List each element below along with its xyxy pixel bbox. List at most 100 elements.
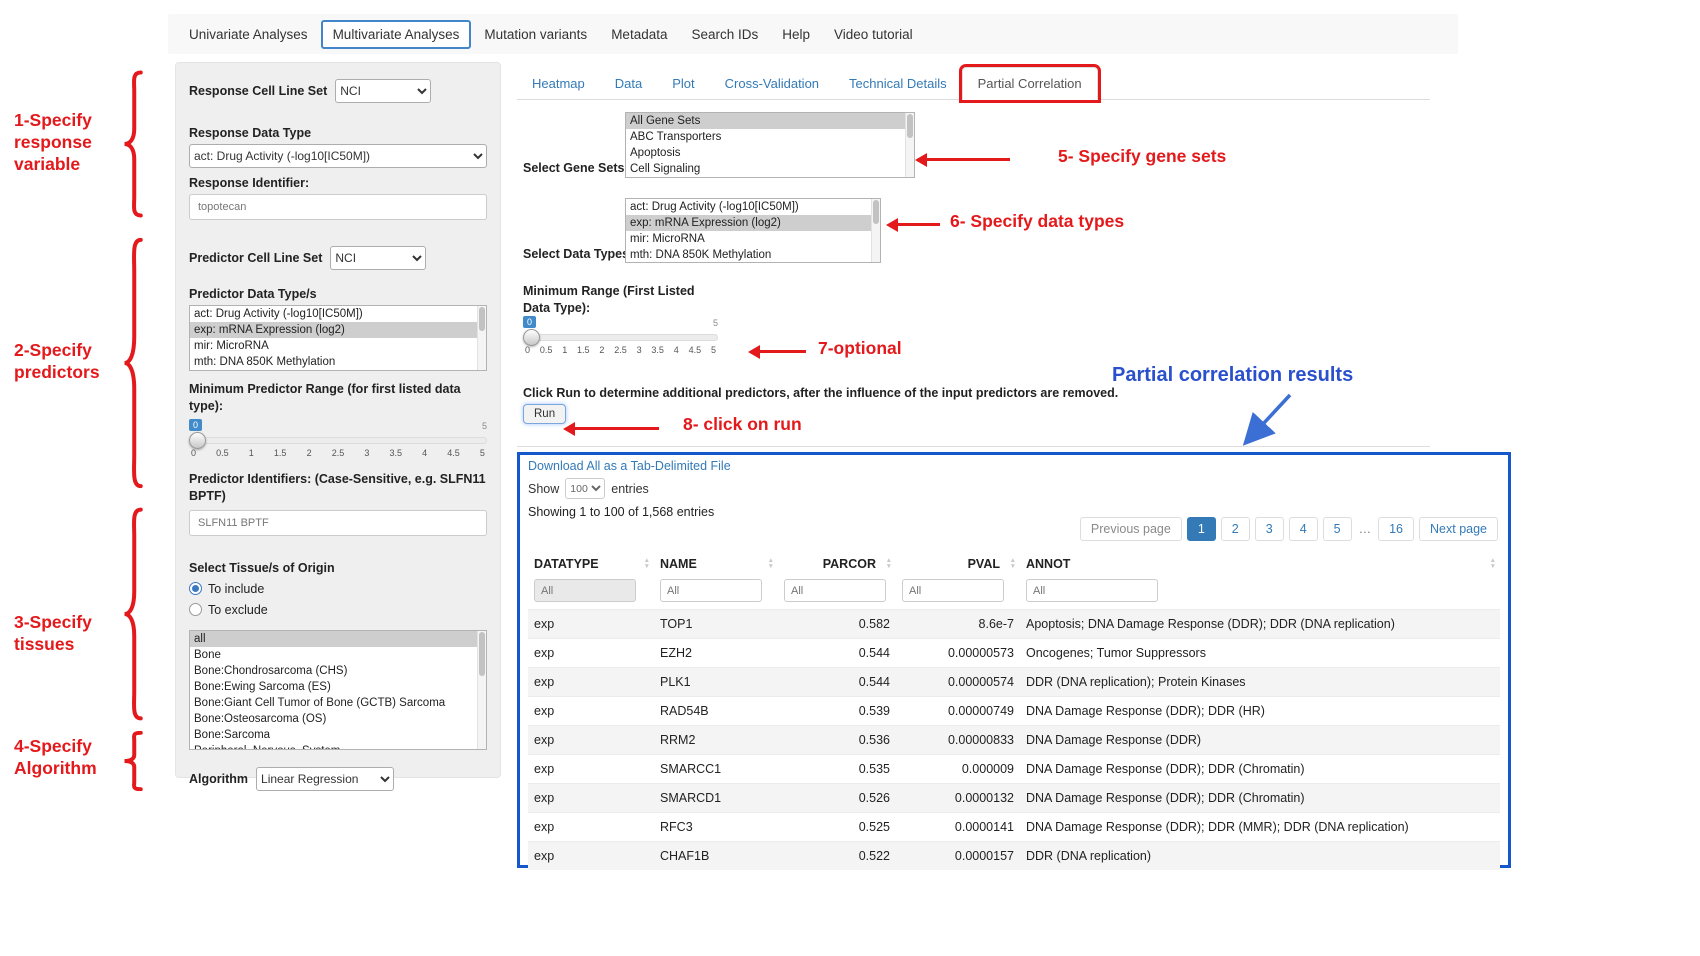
scrollbar[interactable] <box>477 306 486 370</box>
column-header-annot[interactable]: ANNOT▲▼ <box>1020 551 1500 577</box>
nav-item-search-ids[interactable]: Search IDs <box>680 21 769 48</box>
scrollbar[interactable] <box>477 631 486 749</box>
nav-item-univariate-analyses[interactable]: Univariate Analyses <box>178 21 319 48</box>
list-item-selected[interactable]: exp: mRNA Expression (log2) <box>626 215 880 231</box>
tab-data[interactable]: Data <box>600 68 657 99</box>
table-row: exp SMARCD1 0.526 0.0000132 DNA Damage R… <box>528 784 1500 813</box>
next-page-button[interactable]: Next page <box>1419 517 1498 541</box>
nav-item-help[interactable]: Help <box>771 21 821 48</box>
cell-datatype: exp <box>528 842 654 871</box>
nav-item-mutation-variants[interactable]: Mutation variants <box>473 21 598 48</box>
brace-step4 <box>118 731 144 791</box>
annotation-step2: 2-Specify predictors <box>14 340 114 384</box>
tab-heatmap[interactable]: Heatmap <box>517 68 600 99</box>
cell-name: CHAF1B <box>654 842 778 871</box>
slider-handle[interactable] <box>189 432 206 449</box>
page-button-5[interactable]: 5 <box>1323 517 1352 541</box>
list-item[interactable]: Bone:Giant Cell Tumor of Bone (GCTB) Sar… <box>190 695 486 711</box>
nav-item-video-tutorial[interactable]: Video tutorial <box>823 21 924 48</box>
cell-annot: DNA Damage Response (DDR); DDR (Chromati… <box>1020 784 1500 813</box>
nav-item-multivariate-analyses[interactable]: Multivariate Analyses <box>321 20 472 49</box>
previous-page-button[interactable]: Previous page <box>1080 517 1182 541</box>
filter-datatype-input[interactable] <box>534 579 636 602</box>
slider-handle[interactable] <box>523 329 540 346</box>
column-header-parcor[interactable]: PARCOR▲▼ <box>778 551 896 577</box>
list-item[interactable]: Cell Signaling <box>626 161 914 177</box>
cell-annot: DDR (DNA replication); Protein Kinases <box>1020 668 1500 697</box>
response-identifier-label: Response Identifier: <box>189 176 487 190</box>
page-length-select[interactable]: 100 <box>565 478 605 499</box>
gene-sets-label: Select Gene Sets <box>523 161 624 175</box>
list-item[interactable]: mth: DNA 850K Methylation <box>190 354 486 370</box>
control-panel: Response Cell Line Set NCI Response Data… <box>175 62 501 778</box>
tab-partial-correlation[interactable]: Partial Correlation <box>962 67 1098 100</box>
response-identifier-input[interactable] <box>189 194 487 220</box>
table-row: exp RRM2 0.536 0.00000833 DNA Damage Res… <box>528 726 1500 755</box>
slider-value-badge: 0 <box>189 419 202 431</box>
list-item[interactable]: Bone:Chondrosarcoma (CHS) <box>190 663 486 679</box>
page-button-3[interactable]: 3 <box>1255 517 1284 541</box>
tab-cross-validation[interactable]: Cross-Validation <box>710 68 834 99</box>
list-item[interactable]: Peripheral_Nervous_System <box>190 743 486 750</box>
cell-name: TOP1 <box>654 610 778 639</box>
table-row: exp RFC3 0.525 0.0000141 DNA Damage Resp… <box>528 813 1500 842</box>
results-arrow <box>1232 390 1304 452</box>
cell-annot: Oncogenes; Tumor Suppressors <box>1020 639 1500 668</box>
list-item[interactable]: mir: MicroRNA <box>626 231 880 247</box>
slider-ticks: 00.511.522.533.544.55 <box>525 345 716 355</box>
cell-annot: DNA Damage Response (DDR) <box>1020 726 1500 755</box>
list-item[interactable]: Bone:Osteosarcoma (OS) <box>190 711 486 727</box>
annotation-step4: 4-Specify Algorithm <box>14 736 114 780</box>
to-include-radio[interactable] <box>189 582 202 595</box>
run-instruction: Click Run to determine additional predic… <box>523 386 1118 400</box>
data-types-listbox: act: Drug Activity (-log10[IC50M]) exp: … <box>625 198 881 263</box>
scrollbar[interactable] <box>871 199 880 262</box>
page-button-2[interactable]: 2 <box>1221 517 1250 541</box>
to-exclude-radio[interactable] <box>189 603 202 616</box>
column-header-name[interactable]: NAME▲▼ <box>654 551 778 577</box>
page-button-1[interactable]: 1 <box>1187 517 1216 541</box>
tab-plot[interactable]: Plot <box>657 68 709 99</box>
cell-datatype: exp <box>528 784 654 813</box>
list-item-selected[interactable]: All Gene Sets <box>626 113 914 129</box>
list-item[interactable]: Bone:Sarcoma <box>190 727 486 743</box>
cell-pval: 0.00000573 <box>896 639 1020 668</box>
response-data-type-select[interactable]: act: Drug Activity (-log10[IC50M]) <box>189 144 487 168</box>
cell-pval: 0.000009 <box>896 755 1020 784</box>
filter-pval-input[interactable] <box>902 579 1004 602</box>
predictor-cell-line-set-select[interactable]: NCI <box>330 246 426 270</box>
list-item[interactable]: mth: DNA 850K Methylation <box>626 247 880 263</box>
slider-track[interactable] <box>189 437 487 444</box>
list-item[interactable]: Bone:Ewing Sarcoma (ES) <box>190 679 486 695</box>
app-page: Univariate Analyses Multivariate Analyse… <box>0 0 1700 956</box>
list-item[interactable]: Apoptosis <box>626 145 914 161</box>
predictor-data-types-label: Predictor Data Type/s <box>189 287 487 301</box>
column-header-pval[interactable]: PVAL▲▼ <box>896 551 1020 577</box>
nav-item-metadata[interactable]: Metadata <box>600 21 678 48</box>
scrollbar[interactable] <box>905 113 914 177</box>
list-item[interactable]: ABC Transporters <box>626 129 914 145</box>
page-button-4[interactable]: 4 <box>1289 517 1318 541</box>
response-cell-line-set-select[interactable]: NCI <box>335 79 431 103</box>
entries-label: entries <box>611 482 649 496</box>
cell-datatype: exp <box>528 610 654 639</box>
list-item[interactable]: mir: MicroRNA <box>190 338 486 354</box>
list-item[interactable]: act: Drug Activity (-log10[IC50M]) <box>626 199 880 215</box>
filter-annot-input[interactable] <box>1026 579 1158 602</box>
column-header-datatype[interactable]: DATATYPE▲▼ <box>528 551 654 577</box>
section-divider <box>517 446 1430 447</box>
slider-track[interactable] <box>523 334 718 341</box>
annotation-step8: 8- click on run <box>683 414 802 436</box>
list-item-selected[interactable]: all <box>190 631 486 647</box>
filter-name-input[interactable] <box>660 579 762 602</box>
download-link[interactable]: Download All as a Tab-Delimited File <box>528 459 731 473</box>
run-button[interactable]: Run <box>523 404 566 424</box>
list-item[interactable]: act: Drug Activity (-log10[IC50M]) <box>190 306 486 322</box>
page-button-16[interactable]: 16 <box>1378 517 1414 541</box>
tab-technical-details[interactable]: Technical Details <box>834 68 962 99</box>
algorithm-select[interactable]: Linear Regression <box>256 767 394 791</box>
list-item-selected[interactable]: exp: mRNA Expression (log2) <box>190 322 486 338</box>
predictor-identifiers-input[interactable] <box>189 510 487 536</box>
filter-parcor-input[interactable] <box>784 579 886 602</box>
list-item[interactable]: Bone <box>190 647 486 663</box>
